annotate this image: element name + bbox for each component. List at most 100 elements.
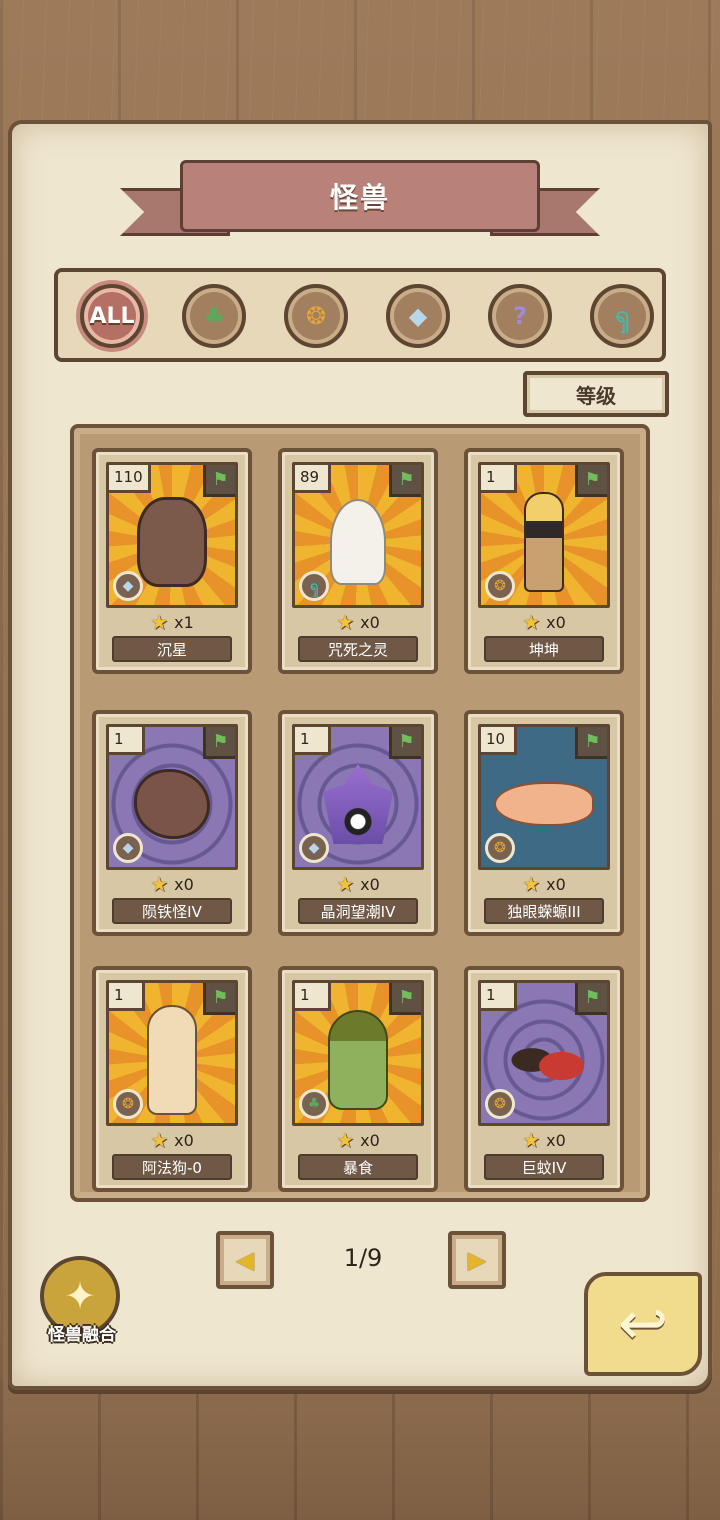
monster-name: 巨蚊IV — [484, 1154, 604, 1180]
monster-card[interactable]: 1 ⚑ ◆ ★ x0 陨铁怪IV — [92, 710, 252, 936]
flag-icon: ⚑ — [575, 983, 607, 1015]
crystal-type-icon: ◆ — [113, 833, 143, 863]
monster-card[interactable]: 1 ⚑ ◆ ★ x0 晶洞望潮IV — [278, 710, 438, 936]
paw-type-icon: ❂ — [485, 833, 515, 863]
monster-portrait: 1 ⚑ ❂ — [478, 462, 610, 608]
monster-name: 阿法狗-0 — [112, 1154, 232, 1180]
monster-portrait: 1 ⚑ ◆ — [292, 724, 424, 870]
flag-icon: ⚑ — [389, 727, 421, 759]
level-badge: 10 — [481, 727, 517, 755]
bunny-suit-monster-art — [147, 1005, 197, 1115]
monster-card[interactable]: 1 ⚑ ❂ ★ x0 坤坤 — [464, 448, 624, 674]
monster-name: 独眼蝾螈III — [484, 898, 604, 924]
swirl-type-icon: ၡ — [299, 571, 329, 601]
monster-portrait: 10 ⚑ ❂ — [478, 724, 610, 870]
flag-icon: ⚑ — [203, 983, 235, 1015]
title-ribbon: 怪兽 — [120, 150, 600, 260]
star-row: ★ x0 — [282, 872, 434, 896]
crystal-type-icon: ◆ — [299, 833, 329, 863]
star-count: x0 — [360, 612, 380, 632]
triangle-left-icon: ◀ — [235, 1246, 255, 1274]
question-icon: ? — [513, 302, 527, 330]
golem-monster-art — [137, 497, 207, 587]
star-row: ★ x0 — [468, 1128, 620, 1152]
filter-plant-button[interactable]: ♣ — [182, 284, 246, 348]
monster-card[interactable]: 89 ⚑ ၡ ★ x0 咒死之灵 — [278, 448, 438, 674]
crystal-type-icon: ◆ — [113, 571, 143, 601]
star-icon: ★ — [336, 610, 355, 634]
level-badge: 1 — [481, 465, 517, 493]
filter-spirit-button[interactable]: ၡ — [590, 284, 654, 348]
plant-kid-monster-art — [328, 1010, 388, 1110]
leaf-icon: ♣ — [203, 302, 225, 330]
star-count: x1 — [174, 612, 194, 632]
monster-portrait: 89 ⚑ ၡ — [292, 462, 424, 608]
star-row: ★ x0 — [468, 610, 620, 634]
flag-icon: ⚑ — [203, 465, 235, 497]
monster-card[interactable]: 1 ⚑ ♣ ★ x0 暴食 — [278, 966, 438, 1192]
triangle-right-icon: ▶ — [467, 1246, 487, 1274]
all-icon: ALL — [89, 303, 135, 329]
star-count: x0 — [546, 1130, 566, 1150]
monster-card[interactable]: 1 ⚑ ❂ ★ x0 巨蚊IV — [464, 966, 624, 1192]
mosquito-monster-art — [504, 1030, 584, 1090]
return-arrow-icon: ↩ — [617, 1289, 669, 1359]
filter-bar: ALL ♣ ❂ ◆? ၡ — [54, 268, 666, 362]
ghost-monster-art — [330, 499, 386, 585]
flag-icon: ⚑ — [203, 727, 235, 759]
prev-page-button[interactable]: ◀ — [216, 1231, 274, 1289]
fusion-label: 怪兽融合 — [48, 1325, 116, 1345]
leaf-type-icon: ♣ — [299, 1089, 329, 1119]
monster-card[interactable]: 10 ⚑ ❂ ★ x0 独眼蝾螈III — [464, 710, 624, 936]
next-page-button[interactable]: ▶ — [448, 1231, 506, 1289]
page-title: 怪兽 — [329, 181, 390, 214]
star-icon: ★ — [150, 872, 169, 896]
star-icon: ★ — [522, 610, 541, 634]
monster-name: 暴食 — [298, 1154, 418, 1180]
monster-name: 陨铁怪IV — [112, 898, 232, 924]
monster-card[interactable]: 1 ⚑ ❂ ★ x0 阿法狗-0 — [92, 966, 252, 1192]
monster-fusion-button[interactable]: ✦ 怪兽融合 — [34, 1256, 130, 1352]
star-count: x0 — [360, 874, 380, 894]
star-row: ★ x0 — [96, 872, 248, 896]
filter-mineral-button[interactable]: ◆ — [386, 284, 450, 348]
sort-level-button[interactable]: 等级 — [523, 371, 669, 417]
filter-unknown-button[interactable]: ? — [488, 284, 552, 348]
ribbon-banner: 怪兽 — [180, 160, 540, 232]
monster-card[interactable]: 110 ⚑ ◆ ★ x1 沉星 — [92, 448, 252, 674]
level-badge: 1 — [481, 983, 517, 1011]
paw-icon: ❂ — [305, 302, 327, 330]
wood-floor — [0, 1380, 720, 1520]
newt-monster-art — [494, 782, 594, 826]
star-row: ★ x1 — [96, 610, 248, 634]
monster-portrait: 1 ⚑ ♣ — [292, 980, 424, 1126]
monster-name: 坤坤 — [484, 636, 604, 662]
paw-type-icon: ❂ — [485, 1089, 515, 1119]
crystal-icon: ◆ — [408, 302, 428, 330]
filter-beast-button[interactable]: ❂ — [284, 284, 348, 348]
back-button[interactable]: ↩ — [584, 1272, 702, 1376]
swirl-icon: ၡ — [615, 300, 629, 328]
flag-icon: ⚑ — [575, 727, 607, 759]
level-badge: 89 — [295, 465, 331, 493]
star-icon: ★ — [522, 1128, 541, 1152]
level-badge: 1 — [109, 983, 145, 1011]
level-badge: 1 — [295, 983, 331, 1011]
star-icon: ★ — [336, 872, 355, 896]
meteor-rock-monster-art — [134, 769, 210, 839]
level-badge: 1 — [109, 727, 145, 755]
star-count: x0 — [546, 612, 566, 632]
monster-name: 沉星 — [112, 636, 232, 662]
monster-name: 晶洞望潮IV — [298, 898, 418, 924]
star-row: ★ x0 — [468, 872, 620, 896]
flag-icon: ⚑ — [389, 983, 421, 1015]
level-badge: 110 — [109, 465, 151, 493]
monster-portrait: 1 ⚑ ❂ — [106, 980, 238, 1126]
monster-portrait: 1 ⚑ ◆ — [106, 724, 238, 870]
monster-card-grid: 110 ⚑ ◆ ★ x1 沉星 89 ⚑ ၡ ★ x0 咒死之灵 1 ⚑ ❂ ★ x0 坤坤 1 ⚑ ◆ ★ x0 陨铁怪IV… — [70, 424, 650, 1202]
filter-all-button[interactable]: ALL — [80, 284, 144, 348]
paw-type-icon: ❂ — [485, 571, 515, 601]
star-icon: ★ — [150, 1128, 169, 1152]
star-icon: ★ — [522, 872, 541, 896]
star-count: x0 — [546, 874, 566, 894]
